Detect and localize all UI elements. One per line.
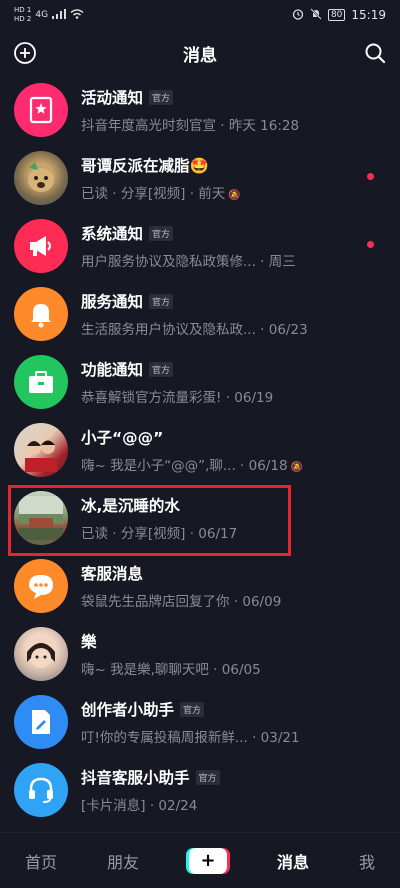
official-badge: 官方 [149, 225, 174, 241]
nav-me[interactable]: 我 [359, 849, 375, 873]
signal-icon [52, 8, 67, 22]
conversation-item[interactable]: 冰,是沉睡的水 已读 · 分享[视频] · 06/17 [0, 484, 400, 552]
hd2-indicator: HD 2 [14, 15, 32, 23]
chat-bubble-icon [29, 575, 53, 599]
wifi-icon [70, 8, 84, 22]
bottom-nav: 首页 朋友 + 消息 我 [0, 832, 400, 888]
add-friend-button[interactable] [12, 40, 38, 66]
status-left: HD 1 HD 2 4G [14, 6, 84, 24]
conversation-name: 功能通知 [81, 361, 144, 379]
conversation-name: 小子“@@” [81, 429, 164, 447]
landscape-photo-icon [19, 496, 63, 540]
status-bar: HD 1 HD 2 4G 80 15:19 [0, 0, 400, 30]
conversation-item[interactable]: 抖音客服小助手 官方 [卡片消息] · 02/24 [0, 756, 400, 824]
mute-icon: 🔕 [228, 190, 241, 201]
conversation-preview: 嗨~ 我是樂,聊聊天吧 · 06/05 [81, 662, 261, 678]
page-title: 消息 [183, 45, 217, 66]
network-label: 4G [35, 10, 49, 20]
user-avatar [14, 151, 68, 205]
official-badge: 官方 [195, 769, 220, 785]
user-avatar [14, 491, 68, 545]
hd1-indicator: HD 1 [14, 6, 32, 14]
battery-indicator: 80 [327, 9, 346, 21]
service-notice-avatar [14, 287, 68, 341]
child-photo-icon [27, 643, 55, 668]
unread-dot [367, 241, 374, 248]
conversation-name: 活动通知 [81, 89, 144, 107]
conversation-preview: 叮!你的专属投稿周报新鲜... · 03/21 [81, 730, 300, 746]
plus-circle-icon [14, 42, 36, 64]
conversation-item[interactable]: 小子“@@” 嗨~ 我是小子“@@”,聊... · 06/18 🔕 [0, 416, 400, 484]
bookmark-star-icon [29, 96, 53, 124]
conversation-preview: 用户服务协议及隐私政策修... · 周三 [81, 254, 296, 270]
official-badge: 官方 [180, 701, 205, 717]
nav-home[interactable]: 首页 [25, 849, 57, 873]
conversation-name: 樂 [81, 633, 97, 651]
conversation-preview: 已读 · 分享[视频] · 06/17 [81, 526, 238, 542]
header: 消息 [0, 30, 400, 76]
conversation-preview: 已读 · 分享[视频] · 前天 🔕 [81, 186, 241, 202]
dog-avatar-icon [28, 162, 54, 192]
headset-icon [29, 777, 53, 803]
customer-service-avatar [14, 559, 68, 613]
conversation-item[interactable]: 哥谭反派在减脂🤩 已读 · 分享[视频] · 前天 🔕 [0, 144, 400, 212]
creator-assistant-avatar [14, 695, 68, 749]
conversation-preview: 抖音年度高光时刻官宣 · 昨天 16:28 [81, 118, 300, 134]
conversation-name: 哥谭反派在减脂🤩 [81, 157, 209, 175]
conversation-name: 冰,是沉睡的水 [81, 497, 180, 515]
bell-icon [31, 304, 51, 328]
conversation-item[interactable]: 服务通知 官方 生活服务用户协议及隐私政... · 06/23 [0, 280, 400, 348]
conversation-preview: 嗨~ 我是小子“@@”,聊... · 06/18 🔕 [81, 458, 303, 474]
conversation-item[interactable]: 功能通知 官方 恭喜解锁官方流量彩蛋! · 06/19 [0, 348, 400, 416]
conversation-name: 系统通知 [81, 225, 144, 243]
official-badge: 官方 [149, 293, 174, 309]
clock: 15:19 [351, 8, 386, 22]
system-notice-avatar [14, 219, 68, 273]
couple-photo-icon [25, 440, 57, 472]
conversation-item[interactable]: 系统通知 官方 用户服务协议及隐私政策修... · 周三 [0, 212, 400, 280]
mute-icon: 🔕 [290, 462, 303, 473]
conversation-item[interactable]: 活动通知 官方 抖音年度高光时刻官宣 · 昨天 16:28 [0, 76, 400, 144]
document-edit-icon [32, 710, 50, 734]
conversation-item[interactable]: 客服消息 袋鼠先生品牌店回复了你 · 06/09 [0, 552, 400, 620]
nav-messages[interactable]: 消息 [277, 849, 309, 873]
conversation-name: 抖音客服小助手 [81, 769, 190, 787]
conversation-preview: 生活服务用户协议及隐私政... · 06/23 [81, 322, 308, 338]
alarm-icon [292, 8, 304, 23]
conversation-preview: 恭喜解锁官方流量彩蛋! · 06/19 [81, 390, 274, 406]
conversation-name: 创作者小助手 [81, 701, 175, 719]
status-right: 80 15:19 [292, 7, 386, 23]
douyin-service-avatar [14, 763, 68, 817]
megaphone-icon [30, 236, 51, 256]
feature-notice-avatar [14, 355, 68, 409]
create-button[interactable]: + [188, 847, 227, 874]
conversation-name: 客服消息 [81, 565, 144, 583]
conversation-item[interactable]: 创作者小助手 官方 叮!你的专属投稿周报新鲜... · 03/21 [0, 688, 400, 756]
conversation-name: 服务通知 [81, 293, 144, 311]
conversation-preview: 袋鼠先生品牌店回复了你 · 06/09 [81, 594, 282, 610]
mute-bell-icon [310, 7, 322, 23]
official-badge: 官方 [149, 89, 174, 105]
user-avatar [14, 627, 68, 681]
user-avatar [14, 423, 68, 477]
nav-friends[interactable]: 朋友 [107, 849, 139, 873]
briefcase-icon [29, 371, 53, 393]
search-icon [365, 43, 386, 64]
official-badge: 官方 [149, 361, 174, 377]
unread-dot [367, 173, 374, 180]
activity-notice-avatar [14, 83, 68, 137]
conversation-item[interactable]: 樂 嗨~ 我是樂,聊聊天吧 · 06/05 [0, 620, 400, 688]
conversation-list: 活动通知 官方 抖音年度高光时刻官宣 · 昨天 16:28 哥谭反派在减脂🤩 已… [0, 76, 400, 832]
conversation-preview: [卡片消息] · 02/24 [81, 798, 198, 814]
search-button[interactable] [362, 40, 388, 66]
